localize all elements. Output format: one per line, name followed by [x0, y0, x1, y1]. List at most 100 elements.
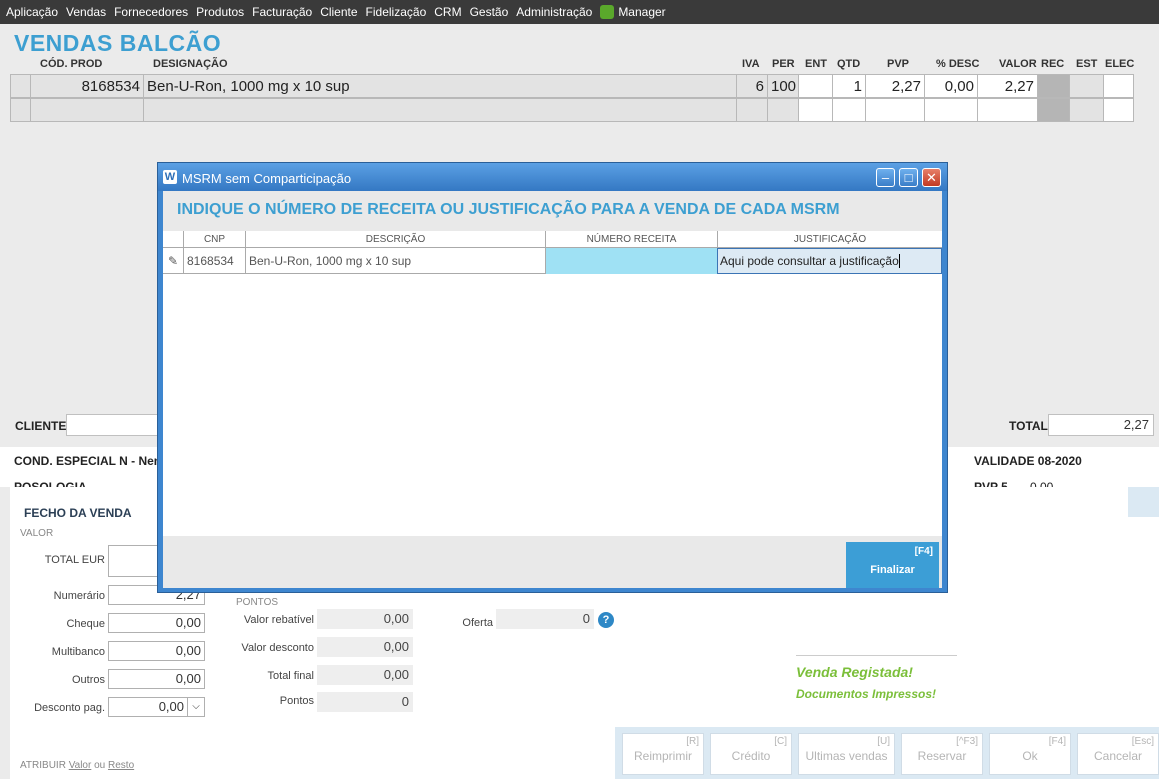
menu-bar: Aplicação Vendas Fornecedores Produtos F…	[0, 0, 1159, 24]
cell-designacao[interactable]: Ben-U-Ron, 1000 mg x 10 sup	[143, 75, 736, 97]
dialog-body: INDIQUE O NÚMERO DE RECEITA OU JUSTIFICA…	[163, 191, 942, 588]
valor-rebativel-value: 0,00	[317, 609, 413, 629]
cell-cod-empty[interactable]	[30, 99, 143, 121]
ok-button[interactable]: [F4] Ok	[989, 733, 1071, 775]
cell-rec-empty[interactable]	[1037, 99, 1069, 121]
reservar-label: Reservar	[917, 749, 967, 763]
help-icon[interactable]: ?	[598, 612, 614, 628]
menu-crm[interactable]: CRM	[434, 5, 461, 19]
cell-qtd[interactable]: 1	[832, 75, 865, 97]
justificacao-input[interactable]: Aqui pode consultar a justificação	[717, 248, 942, 274]
cell-qtd-empty[interactable]	[832, 99, 865, 121]
menu-facturacao[interactable]: Facturação	[252, 5, 312, 19]
manager-icon[interactable]	[600, 5, 615, 19]
cell-per-empty[interactable]	[767, 99, 798, 121]
reimprimir-button[interactable]: [R] Reimprimir	[622, 733, 704, 775]
cheque-label: Cheque	[66, 618, 105, 630]
desconto-pag-label: Desconto pag.	[34, 702, 105, 714]
cell-elec[interactable]	[1103, 75, 1134, 97]
menu-cliente[interactable]: Cliente	[320, 5, 357, 19]
finalizar-button[interactable]: [F4] Finalizar	[846, 542, 939, 588]
pontos-label: Pontos	[279, 695, 314, 707]
total-eur-box	[108, 545, 158, 577]
menu-fidelizacao[interactable]: Fidelização	[366, 5, 427, 19]
minimize-icon[interactable]: –	[876, 168, 895, 187]
venda-registada: Venda Registada!	[796, 664, 913, 680]
documentos-impressos: Documentos Impressos!	[796, 687, 937, 701]
cell-descricao[interactable]: Ben-U-Ron, 1000 mg x 10 sup	[245, 248, 545, 274]
valor-rebativel-label: Valor rebatível	[243, 614, 314, 626]
dialog-titlebar[interactable]: W MSRM sem Comparticipação – □ ✕	[158, 163, 947, 191]
cell-elec-empty[interactable]	[1103, 99, 1134, 121]
fecho-title: FECHO DA VENDA	[24, 506, 132, 520]
col-header-designacao: DESIGNAÇÃO	[153, 58, 228, 70]
menu-vendas[interactable]: Vendas	[66, 5, 106, 19]
close-icon[interactable]: ✕	[922, 168, 941, 187]
cell-desc-empty[interactable]	[924, 99, 977, 121]
cell-designacao-empty[interactable]	[143, 99, 736, 121]
cell-pvp-empty[interactable]	[865, 99, 924, 121]
valor-desconto-value: 0,00	[317, 637, 413, 657]
menu-aplicacao[interactable]: Aplicação	[6, 5, 58, 19]
msrm-grid: CNP DESCRIÇÃO NÚMERO RECEITA JUSTIFICAÇÃ…	[163, 231, 942, 536]
oferta-value: 0	[496, 609, 594, 629]
col-header-ent: ENT	[805, 58, 827, 70]
outros-input[interactable]: 0,00	[108, 669, 205, 689]
cond-especial: COND. ESPECIAL N - Nen	[14, 454, 162, 468]
row-selector[interactable]	[10, 75, 30, 97]
cell-ent[interactable]	[798, 75, 832, 97]
cell-pvp[interactable]: 2,27	[865, 75, 924, 97]
desconto-pag-select[interactable]: 0,00	[108, 697, 188, 717]
total-value: 2,27	[1048, 414, 1154, 436]
col-header-desc: % DESC	[936, 58, 980, 70]
menu-produtos[interactable]: Produtos	[196, 5, 244, 19]
menu-manager[interactable]: Manager	[618, 5, 665, 19]
chevron-down-icon[interactable]: ⌵	[187, 697, 205, 717]
cell-valor[interactable]: 2,27	[977, 75, 1037, 97]
grid-header: CNP DESCRIÇÃO NÚMERO RECEITA JUSTIFICAÇÃ…	[163, 231, 942, 248]
msrm-dialog: W MSRM sem Comparticipação – □ ✕ INDIQUE…	[157, 162, 948, 593]
multibanco-input[interactable]: 0,00	[108, 641, 205, 661]
cliente-input[interactable]	[66, 414, 166, 436]
cell-desc[interactable]: 0,00	[924, 75, 977, 97]
col-header-justificacao: JUSTIFICAÇÃO	[717, 231, 942, 248]
cell-iva[interactable]: 6	[736, 75, 767, 97]
app-icon: W	[163, 170, 177, 184]
valor-link[interactable]: Valor	[69, 760, 92, 771]
menu-fornecedores[interactable]: Fornecedores	[114, 5, 188, 19]
cell-ent-empty[interactable]	[798, 99, 832, 121]
col-header-valor: VALOR	[999, 58, 1037, 70]
table-row-empty[interactable]	[10, 98, 1134, 122]
cell-cod[interactable]: 8168534	[30, 75, 143, 97]
cancelar-button[interactable]: [Esc] Cancelar	[1077, 733, 1159, 775]
cell-per[interactable]: 100	[767, 75, 798, 97]
col-header-qtd: QTD	[837, 58, 861, 70]
col-header-elec: ELEC	[1105, 58, 1135, 70]
cell-rec[interactable]	[1037, 75, 1069, 97]
resto-link[interactable]: Resto	[108, 760, 134, 771]
pontos-value: 0	[317, 692, 413, 712]
reservar-button[interactable]: [^F3] Reservar	[901, 733, 983, 775]
menu-administracao[interactable]: Administração	[516, 5, 592, 19]
multibanco-label: Multibanco	[51, 646, 105, 658]
pontos-heading: PONTOS	[236, 597, 279, 608]
numero-receita-input[interactable]	[545, 248, 717, 274]
cell-valor-empty[interactable]	[977, 99, 1037, 121]
table-row[interactable]: 8168534 Ben-U-Ron, 1000 mg x 10 sup 6 10…	[10, 74, 1134, 98]
reservar-key: [^F3]	[956, 736, 978, 747]
cell-iva-empty[interactable]	[736, 99, 767, 121]
cheque-input[interactable]: 0,00	[108, 613, 205, 633]
col-header-numero-receita: NÚMERO RECEITA	[545, 231, 717, 248]
cell-cnp[interactable]: 8168534	[183, 248, 245, 274]
dialog-footer	[163, 536, 942, 588]
cell-est[interactable]	[1069, 75, 1103, 97]
atribuir-row: ATRIBUIR Valor ou Resto	[20, 760, 134, 771]
ultimas-vendas-button[interactable]: [U] Ultimas vendas	[798, 733, 895, 775]
row-selector[interactable]	[10, 99, 30, 121]
credito-label: Crédito	[731, 749, 771, 763]
maximize-icon[interactable]: □	[899, 168, 918, 187]
menu-gestao[interactable]: Gestão	[470, 5, 509, 19]
cell-est-empty[interactable]	[1069, 99, 1103, 121]
credito-button[interactable]: [C] Crédito	[710, 733, 792, 775]
table-row[interactable]: ✎ 8168534 Ben-U-Ron, 1000 mg x 10 sup Aq…	[163, 248, 942, 274]
